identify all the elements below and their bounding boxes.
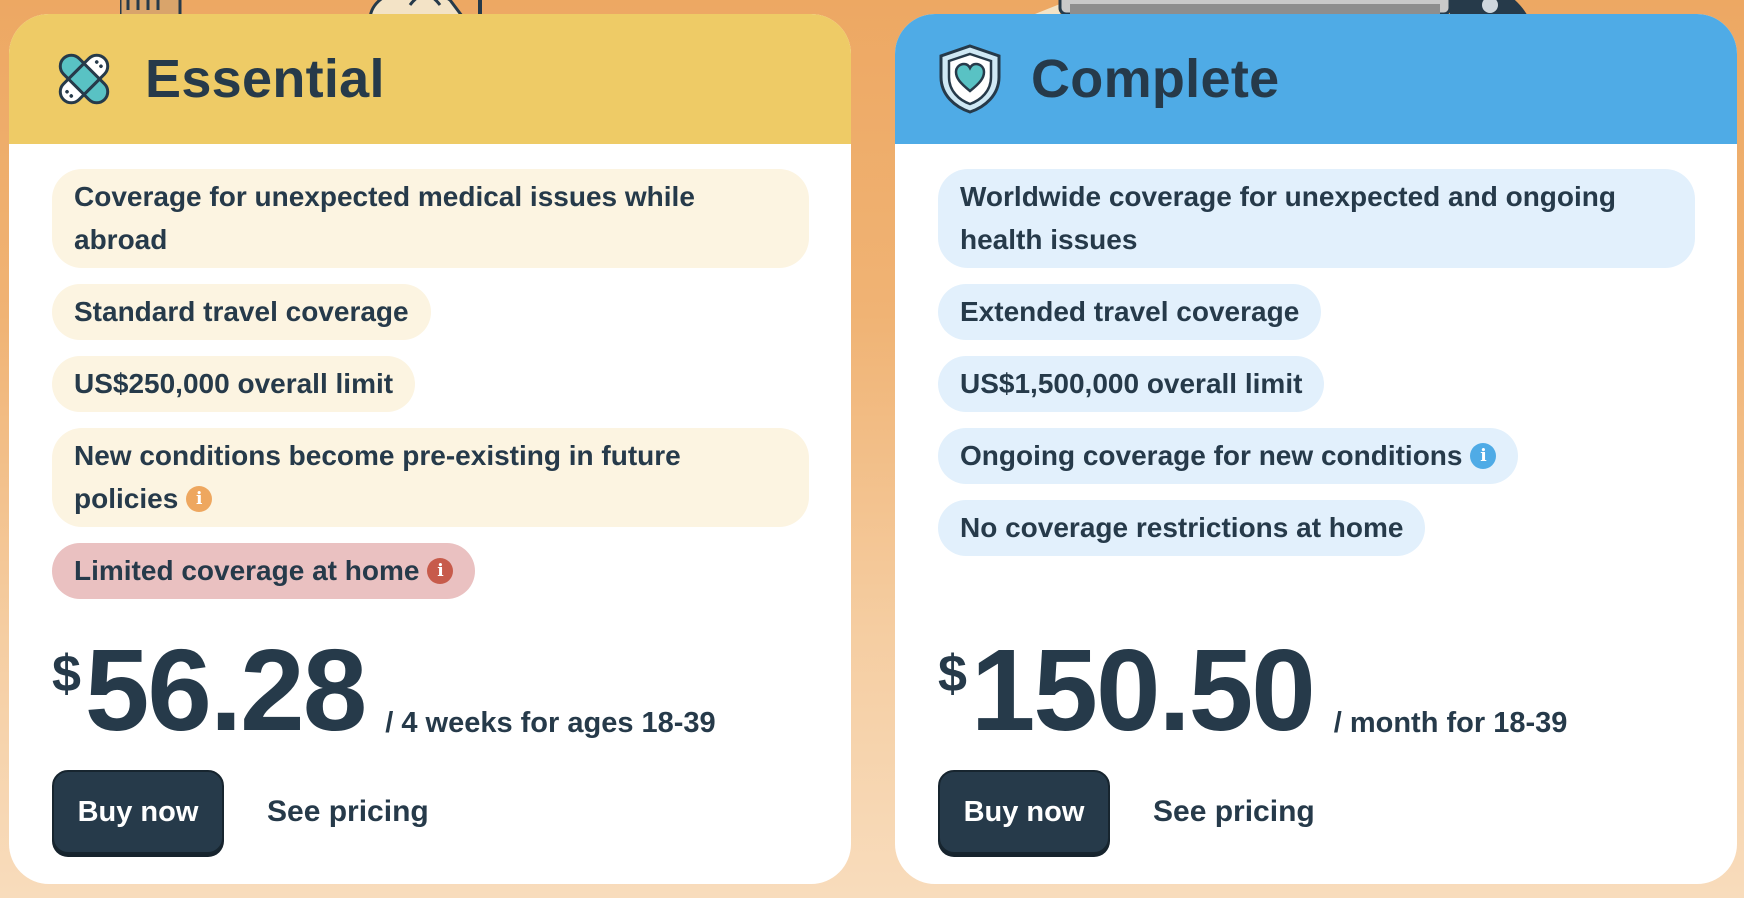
feature-text: No coverage restrictions at home (960, 512, 1404, 543)
feature-text: US$1,500,000 overall limit (960, 368, 1303, 399)
see-pricing-link[interactable]: See pricing (1153, 795, 1315, 829)
bandage-icon (51, 43, 117, 115)
feature-text: US$250,000 overall limit (74, 368, 394, 399)
plan-title: Complete (1031, 49, 1280, 109)
feature-pill: US$1,500,000 overall limit (938, 356, 1325, 412)
feature-list: Coverage for unexpected medical issues w… (9, 144, 812, 615)
currency-symbol: $ (52, 645, 81, 703)
feature-pill-warning: Limited coverage at home i (52, 543, 476, 599)
price-period: / month for 18-39 (1333, 707, 1568, 739)
info-icon[interactable]: i (186, 485, 213, 512)
feature-text: Standard travel coverage (74, 296, 409, 327)
buy-now-button[interactable]: Buy now (52, 770, 224, 854)
info-icon[interactable]: i (427, 557, 454, 584)
plan-title: Essential (145, 49, 385, 109)
feature-pill: New conditions become pre-existing in fu… (52, 428, 809, 527)
plan-card-essential: Essential Coverage for unexpected medica… (9, 14, 851, 884)
price-row: $ 150.50 / month for 18-39 (938, 630, 1567, 750)
plan-card-complete: Complete Worldwide coverage for unexpect… (895, 14, 1737, 884)
feature-list: Worldwide coverage for unexpected and on… (895, 144, 1698, 572)
price-period: / 4 weeks for ages 18-39 (385, 707, 716, 739)
feature-pill: No coverage restrictions at home (938, 500, 1426, 556)
buy-now-button[interactable]: Buy now (938, 770, 1110, 854)
feature-text: Limited coverage at home (74, 555, 420, 586)
price-amount: 56.28 (84, 625, 367, 755)
currency-symbol: $ (938, 645, 967, 703)
feature-pill: Worldwide coverage for unexpected and on… (938, 169, 1695, 268)
feature-pill: Coverage for unexpected medical issues w… (52, 169, 809, 268)
price-row: $ 56.28 / 4 weeks for ages 18-39 (52, 630, 716, 750)
feature-pill: Ongoing coverage for new conditions i (938, 428, 1519, 484)
feature-text: Coverage for unexpected medical issues w… (74, 181, 695, 255)
feature-text: Worldwide coverage for unexpected and on… (960, 181, 1617, 255)
plan-header: Complete (895, 14, 1737, 144)
see-pricing-link[interactable]: See pricing (267, 795, 429, 829)
info-icon[interactable]: i (1470, 442, 1497, 469)
card-actions: Buy now See pricing (938, 770, 1315, 854)
feature-pill: US$250,000 overall limit (52, 356, 416, 412)
feature-pill: Standard travel coverage (52, 284, 431, 340)
feature-text: New conditions become pre-existing in fu… (74, 440, 681, 514)
card-actions: Buy now See pricing (52, 770, 429, 854)
feature-text: Ongoing coverage for new conditions (960, 440, 1463, 471)
feature-pill: Extended travel coverage (938, 284, 1322, 340)
plan-header: Essential (9, 14, 851, 144)
shield-heart-icon (937, 43, 1003, 115)
price-amount: 150.50 (970, 625, 1316, 755)
feature-text: Extended travel coverage (960, 296, 1300, 327)
